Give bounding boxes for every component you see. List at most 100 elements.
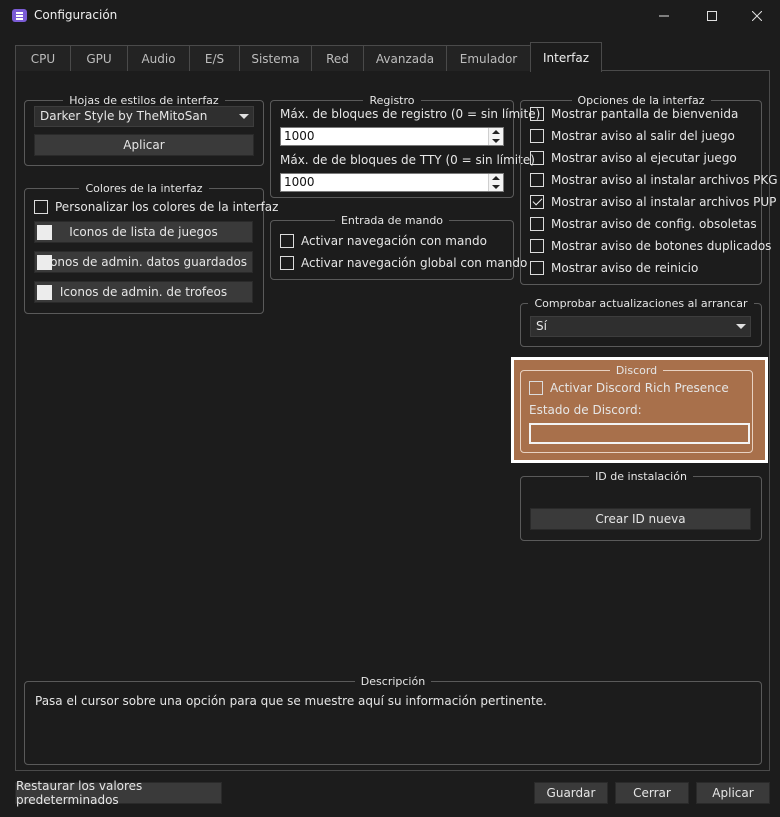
spin-up-icon (492, 176, 500, 180)
color-swatch (37, 255, 52, 270)
max-log-blocks-spinbox[interactable]: 1000 (280, 127, 504, 146)
game-list-icons-color-button[interactable]: Iconos de lista de juegos (34, 221, 253, 243)
updates-title: Comprobar actualizaciones al arrancar (528, 297, 754, 310)
checkbox-box (530, 107, 544, 121)
tab-audio[interactable]: Audio (127, 45, 190, 71)
spin-up-icon (492, 130, 500, 134)
show-restart-checkbox[interactable]: Mostrar aviso de reinicio (530, 259, 698, 277)
show-exit-game-checkbox[interactable]: Mostrar aviso al salir del juego (530, 127, 735, 145)
discord-highlight: Discord Activar Discord Rich Presence Es… (511, 357, 768, 463)
max-tty-blocks-spinbox[interactable]: 1000 (280, 173, 504, 192)
colors-group: Colores de la interfaz Personalizar los … (24, 182, 278, 314)
checkbox-box (530, 239, 544, 253)
apply-stylesheet-button[interactable]: Aplicar (34, 134, 254, 156)
discord-rich-presence-checkbox[interactable]: Activar Discord Rich Presence (529, 379, 729, 397)
colors-title: Colores de la interfaz (79, 182, 209, 195)
tab-avanzada[interactable]: Avanzada (363, 45, 447, 71)
updates-select[interactable]: Sí (530, 316, 751, 337)
close-button[interactable]: Cerrar (615, 782, 689, 804)
maximize-icon (707, 11, 717, 21)
maximize-button[interactable] (689, 0, 735, 32)
save-data-icons-color-button[interactable]: Iconos de admin. datos guardados (34, 251, 253, 273)
show-duplicate-buttons-label: Mostrar aviso de botones duplicados (551, 239, 772, 253)
trophy-icons-color-label: Iconos de admin. de trofeos (59, 285, 228, 299)
minimize-icon (659, 15, 669, 17)
show-pkg-install-label: Mostrar aviso al instalar archivos PKG (551, 173, 778, 187)
stylesheets-group: Hojas de estilos de interfaz Darker Styl… (24, 94, 264, 166)
checkbox-box (530, 173, 544, 187)
show-obsolete-config-label: Mostrar aviso de config. obsoletas (551, 217, 757, 231)
customize-colors-label: Personalizar los colores de la interfaz (55, 200, 279, 214)
close-icon (752, 11, 762, 21)
checkbox-box (529, 381, 543, 395)
game-list-icons-color-label: Iconos de lista de juegos (69, 225, 218, 239)
max-tty-blocks-value: 1000 (284, 175, 315, 189)
create-new-id-button[interactable]: Crear ID nueva (530, 508, 751, 530)
save-button[interactable]: Guardar (534, 782, 608, 804)
updates-select-value: Sí (536, 319, 547, 333)
log-group: Registro Máx. de bloques de registro (0 … (270, 94, 540, 198)
discord-title: Discord (609, 364, 664, 377)
pad-input-group: Entrada de mando Activar navegación con … (270, 214, 527, 280)
description-title: Descripción (354, 675, 432, 688)
checkbox-box (280, 234, 294, 248)
tab-es[interactable]: E/S (189, 45, 240, 71)
description-group: Descripción Pasa el cursor sobre una opc… (24, 675, 762, 765)
save-data-icons-color-label: Iconos de admin. datos guardados (39, 255, 248, 269)
chevron-down-icon (736, 324, 746, 329)
restore-defaults-button[interactable]: Restaurar los valores predeterminados (15, 779, 222, 807)
close-window-button[interactable] (734, 0, 780, 32)
tab-gpu[interactable]: GPU (70, 45, 128, 71)
tab-sistema[interactable]: Sistema (239, 45, 312, 71)
checkbox-box (34, 200, 48, 214)
install-id-group: ID de instalación Crear ID nueva (520, 470, 762, 541)
show-duplicate-buttons-checkbox[interactable]: Mostrar aviso de botones duplicados (530, 237, 771, 255)
minimize-button[interactable] (641, 0, 687, 32)
discord-status-input[interactable] (529, 423, 750, 444)
show-welcome-checkbox[interactable]: Mostrar pantalla de bienvenida (530, 105, 738, 123)
app-icon (12, 9, 27, 22)
trophy-icons-color-button[interactable]: Iconos de admin. de trofeos (34, 281, 253, 303)
tab-interfaz[interactable]: Interfaz (530, 42, 602, 72)
tab-cpu[interactable]: CPU (15, 45, 71, 71)
show-welcome-label: Mostrar pantalla de bienvenida (551, 107, 739, 121)
tab-red[interactable]: Red (311, 45, 364, 71)
max-log-blocks-value: 1000 (284, 129, 315, 143)
ui-options-group: Opciones de la interfaz Mostrar pantalla… (520, 94, 778, 285)
discord-status-label: Estado de Discord: (529, 403, 642, 417)
window-title: Configuración (34, 8, 118, 22)
checkbox-box (530, 129, 544, 143)
customize-colors-checkbox[interactable]: Personalizar los colores de la interfaz (34, 198, 278, 216)
show-boot-game-checkbox[interactable]: Mostrar aviso al ejecutar juego (530, 149, 737, 167)
show-obsolete-config-checkbox[interactable]: Mostrar aviso de config. obsoletas (530, 215, 757, 233)
install-id-title: ID de instalación (589, 470, 693, 483)
stylesheet-select-value: Darker Style by TheMitoSan (40, 109, 208, 123)
apply-button[interactable]: Aplicar (696, 782, 770, 804)
pad-navigation-label: Activar navegación con mando (301, 234, 487, 248)
tab-emulador[interactable]: Emulador (446, 45, 531, 71)
discord-group: Discord Activar Discord Rich Presence Es… (520, 364, 753, 453)
title-bar: Configuración (0, 0, 780, 32)
show-boot-game-label: Mostrar aviso al ejecutar juego (551, 151, 737, 165)
checkbox-box (280, 256, 294, 270)
checkbox-box (530, 217, 544, 231)
global-pad-navigation-checkbox[interactable]: Activar navegación global con mando (280, 254, 527, 272)
max-log-blocks-label: Máx. de bloques de registro (0 = sin lím… (280, 107, 541, 121)
spin-down-icon (492, 139, 500, 143)
spin-arrows[interactable] (488, 174, 503, 191)
show-pup-install-label: Mostrar aviso al instalar archivos PUP (551, 195, 777, 209)
pad-input-title: Entrada de mando (334, 214, 450, 227)
pad-navigation-checkbox[interactable]: Activar navegación con mando (280, 232, 487, 250)
color-swatch (37, 225, 52, 240)
checkbox-box-checked (530, 195, 544, 209)
show-pup-install-checkbox[interactable]: Mostrar aviso al instalar archivos PUP (530, 193, 776, 211)
show-pkg-install-checkbox[interactable]: Mostrar aviso al instalar archivos PKG (530, 171, 778, 189)
spin-arrows[interactable] (488, 128, 503, 145)
show-restart-label: Mostrar aviso de reinicio (551, 261, 699, 275)
global-pad-navigation-label: Activar navegación global con mando (301, 256, 528, 270)
chevron-down-icon (239, 114, 249, 119)
description-text: Pasa el cursor sobre una opción para que… (35, 694, 547, 708)
stylesheet-select[interactable]: Darker Style by TheMitoSan (34, 106, 254, 127)
checkbox-box (530, 261, 544, 275)
checkbox-box (530, 151, 544, 165)
